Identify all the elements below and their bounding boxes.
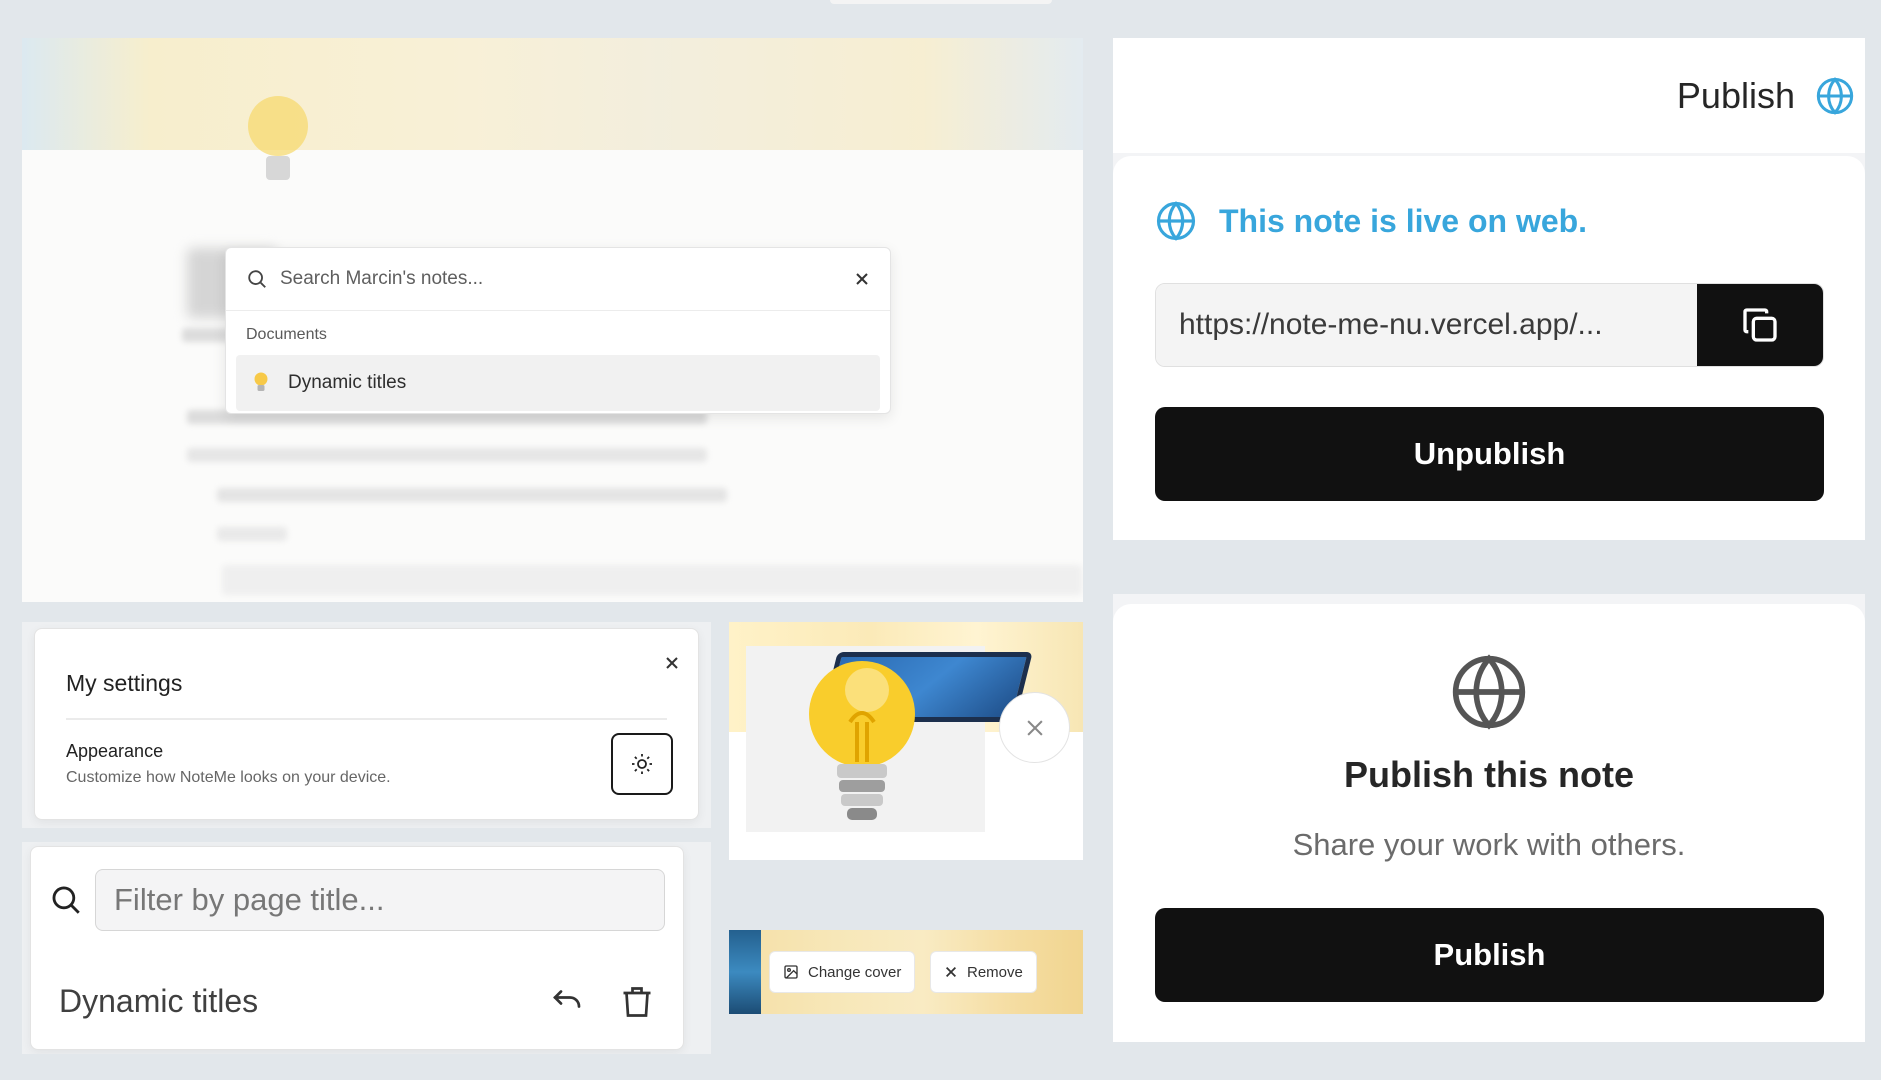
- lightbulb-icon[interactable]: [807, 652, 917, 832]
- publish-popover: This note is live on web. https://note-m…: [1113, 156, 1865, 540]
- search-icon: [248, 270, 266, 288]
- search-icon: [52, 886, 80, 914]
- globe-icon: [1452, 654, 1526, 730]
- published-url[interactable]: https://note-me-nu.vercel.app/...: [1156, 284, 1697, 366]
- image-icon: [784, 965, 798, 979]
- unpublish-button[interactable]: Unpublish: [1155, 407, 1824, 501]
- search-input[interactable]: [280, 268, 854, 290]
- search-row: [226, 248, 890, 311]
- trash-icon: [623, 986, 651, 1017]
- appearance-label: Appearance: [66, 741, 164, 761]
- close-icon[interactable]: [664, 655, 680, 671]
- filter-input[interactable]: [95, 869, 665, 931]
- blurred-block: [222, 565, 1082, 595]
- icon-picker-panel: [729, 622, 1083, 860]
- change-cover-button[interactable]: Change cover: [769, 951, 916, 993]
- trash-panel: Dynamic titles: [22, 842, 711, 1054]
- cover-graphic: [729, 930, 761, 1014]
- restore-button[interactable]: [549, 984, 585, 1020]
- publish-heading: Publish this note: [1343, 754, 1634, 795]
- result-title: Dynamic titles: [288, 372, 407, 393]
- publish-subtext: Share your work with others.: [1292, 827, 1686, 862]
- divider: [66, 718, 667, 720]
- close-icon: [1026, 719, 1043, 736]
- publish-popover: Publish this note Share your work with o…: [1113, 604, 1865, 1042]
- publish-trigger-label: Publish: [1676, 74, 1795, 116]
- settings-panel: My settings Appearance Customize how Not…: [22, 622, 711, 828]
- remove-icon-button[interactable]: [999, 692, 1070, 763]
- live-status: This note is live on web.: [1155, 200, 1587, 242]
- undo-icon: [553, 989, 581, 1008]
- publish-live-panel: Publish This note is live on web. https:…: [1113, 38, 1865, 540]
- blurred-line: [187, 448, 707, 462]
- cover-actions-panel: Change cover Remove: [729, 930, 1083, 1014]
- url-field: https://note-me-nu.vercel.app/...: [1155, 283, 1824, 367]
- close-icon[interactable]: [854, 271, 870, 287]
- trash-popover: Dynamic titles: [30, 846, 684, 1050]
- globe-icon: [1156, 201, 1196, 241]
- remove-cover-button[interactable]: Remove: [930, 951, 1037, 993]
- settings-dialog: My settings Appearance Customize how Not…: [34, 628, 699, 820]
- lightbulb-icon: [248, 96, 308, 180]
- trash-item-title: Dynamic titles: [59, 983, 259, 1019]
- blurred-line: [217, 488, 727, 502]
- globe-icon: [1816, 76, 1854, 115]
- change-cover-label: Change cover: [808, 963, 902, 981]
- publish-new-panel: Publish this note Share your work with o…: [1113, 594, 1865, 1042]
- section-label: Documents: [246, 326, 327, 343]
- sun-icon: [632, 754, 652, 774]
- search-result-item[interactable]: Dynamic titles: [236, 355, 880, 411]
- blurred-line: [217, 527, 287, 541]
- top-edge-fragment: [830, 0, 1052, 4]
- theme-toggle-button[interactable]: [611, 733, 673, 795]
- copy-icon: [1743, 308, 1777, 342]
- copy-url-button[interactable]: [1697, 284, 1823, 366]
- publish-button[interactable]: Publish: [1155, 908, 1824, 1002]
- appearance-description: Customize how NoteMe looks on your devic…: [66, 769, 391, 786]
- filter-row: [49, 869, 665, 931]
- remove-cover-label: Remove: [967, 963, 1023, 981]
- publish-trigger[interactable]: Publish: [1113, 38, 1865, 153]
- close-icon: [946, 967, 956, 977]
- lightbulb-icon: [250, 372, 272, 394]
- delete-forever-button[interactable]: [619, 984, 655, 1020]
- search-panel: Documents Dynamic titles: [22, 38, 1083, 602]
- live-status-text: This note is live on web.: [1219, 202, 1588, 239]
- settings-title: My settings: [66, 670, 183, 696]
- trash-list-item[interactable]: Dynamic titles: [59, 983, 655, 1020]
- search-dialog: Documents Dynamic titles: [225, 247, 891, 414]
- page-cover: [22, 38, 1083, 150]
